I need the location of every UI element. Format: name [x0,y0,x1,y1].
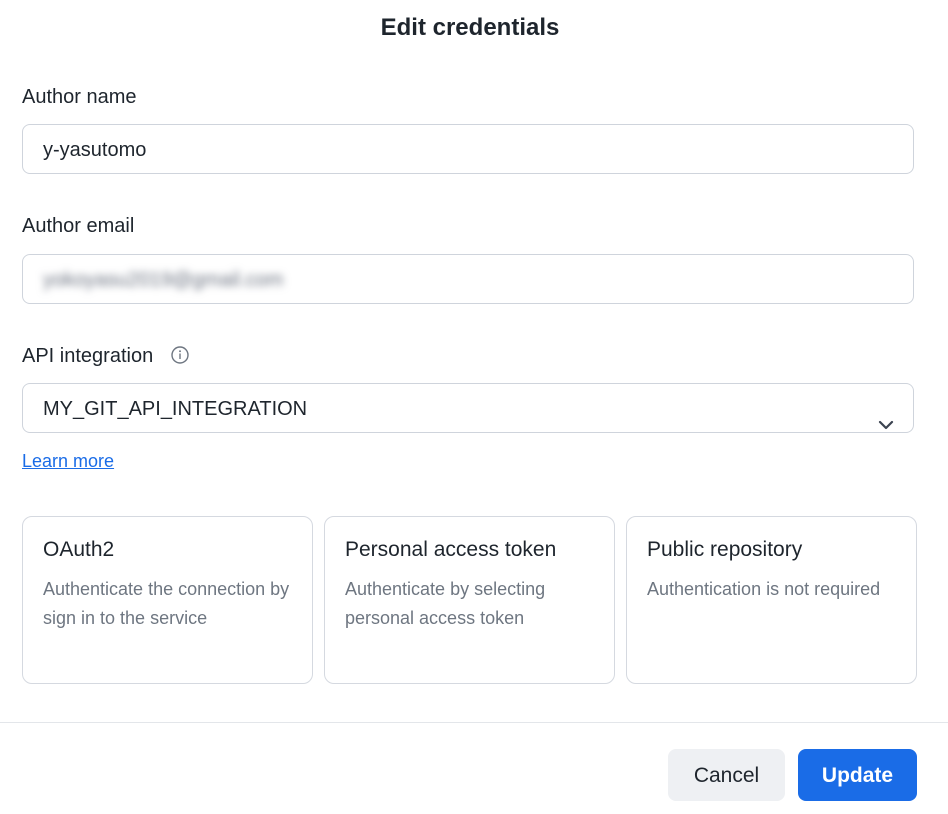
auth-option-public-repository[interactable]: Public repository Authentication is not … [626,516,917,684]
auth-option-title: Public repository [647,538,803,561]
api-integration-label: API integration [22,345,154,367]
author-name-label: Author name [22,86,137,108]
api-integration-label-row: API integration [22,345,189,368]
auth-option-description: Authentication is not required [647,579,881,599]
learn-more-link[interactable]: Learn more [22,451,114,472]
auth-option-title: OAuth2 [43,538,115,561]
dialog-title: Edit credentials [380,14,560,41]
author-email-value: yokoyasu2019@gmail.com [43,269,284,291]
update-button[interactable]: Update [798,749,917,801]
author-name-input[interactable]: y-yasutomo [22,124,914,174]
info-icon[interactable] [171,346,189,364]
footer-divider [0,722,948,723]
auth-option-description: Authenticate the connection by sign in t… [43,579,290,628]
chevron-down-icon [877,401,895,430]
author-email-input[interactable]: yokoyasu2019@gmail.com [22,254,914,304]
auth-option-title: Personal access token [345,538,557,561]
edit-credentials-dialog: Edit credentials Author name y-yasutomo … [0,0,948,814]
api-integration-selected-value: MY_GIT_API_INTEGRATION [43,398,308,420]
author-email-label: Author email [22,215,135,237]
auth-option-oauth2[interactable]: OAuth2 Authenticate the connection by si… [22,516,313,684]
auth-option-description: Authenticate by selecting personal acces… [345,579,546,628]
auth-option-personal-access-token[interactable]: Personal access token Authenticate by se… [324,516,615,684]
api-integration-select[interactable]: MY_GIT_API_INTEGRATION [22,383,914,433]
cancel-button[interactable]: Cancel [668,749,785,801]
